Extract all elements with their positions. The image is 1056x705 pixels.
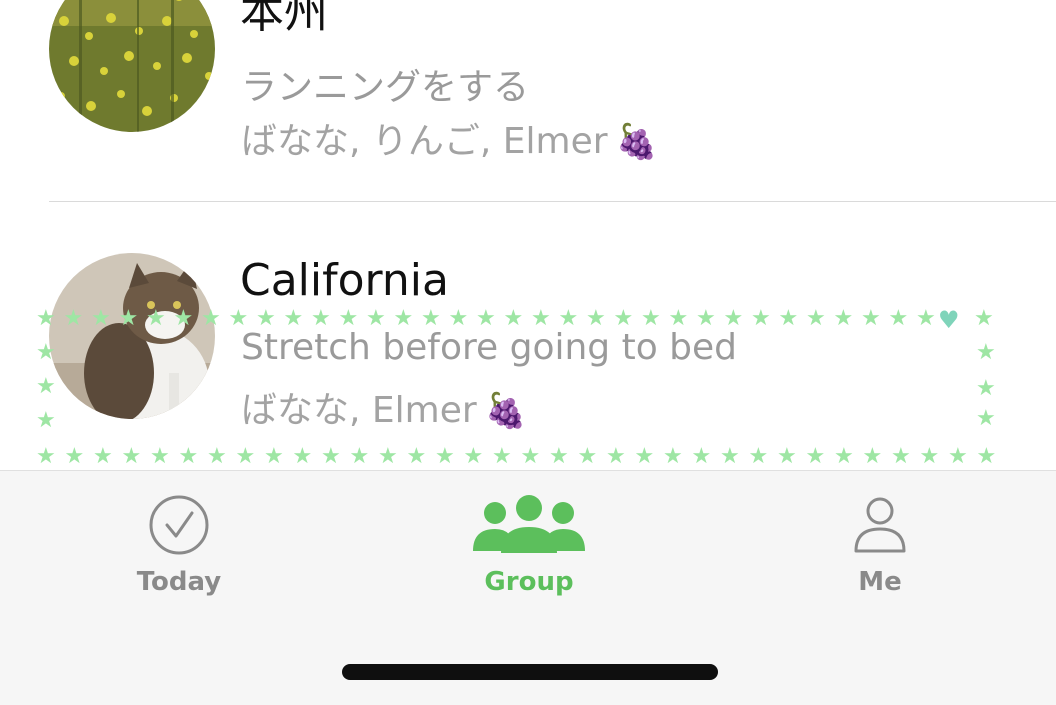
group-task: Stretch before going to bed [241,327,738,368]
group-people-icon [473,495,585,553]
group-row-california[interactable]: California Stretch before going to bed ば… [0,253,1056,453]
grapes-icon: 🍇 [484,391,527,431]
group-title: California [240,255,449,306]
group-row-honshu[interactable]: 本州 ランニングをする ばなな, りんご, Elmer 🍇 [0,0,1056,166]
tab-group[interactable]: Group [449,493,609,613]
tab-group-label: Group [484,567,574,597]
tab-me[interactable]: Me [800,493,960,613]
group-avatar [49,253,215,419]
tab-today-label: Today [136,567,222,597]
group-avatar [49,0,215,132]
home-indicator [342,664,718,680]
group-task: ランニングをする [241,67,530,108]
group-list: 本州 ランニングをする ばなな, りんご, Elmer 🍇 California… [0,0,1056,470]
group-members: ばなな, りんご, Elmer 🍇 [241,112,658,164]
group-members-text: ばなな, Elmer [241,390,477,431]
rapeseed-field-photo [49,0,215,132]
person-icon [854,497,906,553]
group-members: ばなな, Elmer 🍇 [241,381,527,433]
group-members-text: ばなな, りんご, Elmer [241,121,608,162]
cat-photo [49,253,215,419]
tab-today[interactable]: Today [99,493,259,613]
grapes-icon: 🍇 [615,122,658,162]
row-divider [49,201,1056,202]
checkmark-circle-icon [149,495,209,555]
tab-me-label: Me [858,567,902,597]
group-title: 本州 [240,0,328,38]
